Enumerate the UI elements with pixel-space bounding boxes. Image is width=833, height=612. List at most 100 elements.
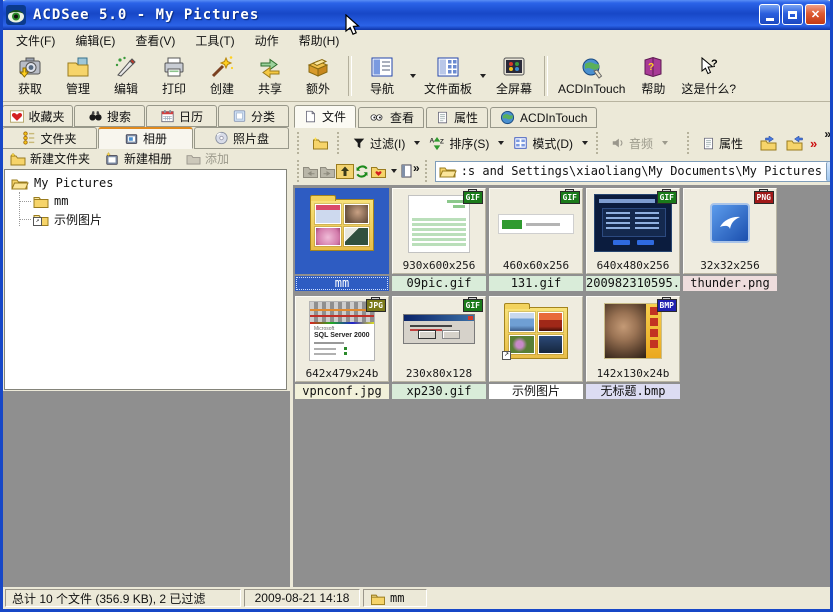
manage-label: 管理	[66, 80, 90, 97]
menu-actions[interactable]: 动作	[245, 30, 289, 51]
new-folder-icon	[10, 152, 26, 166]
file-item-sample-pictures[interactable]: ↗ 示例图片	[489, 296, 583, 399]
new-folder-button[interactable]: 新建文件夹	[10, 150, 90, 167]
sort-dropdown-caret-icon[interactable]	[498, 141, 504, 145]
acquire-button[interactable]: 获取	[6, 52, 54, 100]
menu-help[interactable]: 帮助(H)	[289, 30, 350, 51]
navigation-bar: » :s and Settings\xiaoliang\My Documents…	[294, 158, 831, 184]
share-button[interactable]: 共享	[246, 52, 294, 100]
menu-file[interactable]: 文件(F)	[6, 30, 65, 51]
album-actions-bar: 新建文件夹 新建相册 添加	[2, 149, 290, 168]
nav-overflow-chevron[interactable]: »	[413, 161, 420, 175]
new-folder-small-button[interactable]	[308, 134, 333, 152]
properties-button[interactable]: 属性	[698, 133, 747, 154]
tree-item-mm[interactable]: mm	[5, 192, 286, 210]
toolbar-overflow-chevron[interactable]: »	[824, 127, 831, 141]
menu-view[interactable]: 查看(V)	[125, 30, 185, 51]
file-name: xp230.gif	[392, 384, 486, 399]
toolbar-grip	[425, 160, 427, 182]
tab-acdintouch[interactable]: ACDInTouch	[490, 107, 597, 128]
forward-button[interactable]	[319, 160, 336, 182]
add-button[interactable]: 添加	[186, 150, 229, 167]
toolbar-grip[interactable]	[297, 132, 304, 154]
status-folder-icon	[370, 592, 386, 605]
tab-view[interactable]: 查看	[358, 107, 424, 128]
menu-edit[interactable]: 编辑(E)	[65, 30, 125, 51]
tree-connector	[19, 201, 31, 202]
camera-acquire-icon	[17, 55, 43, 79]
tab-photodiscs-label: 照片盘	[233, 130, 269, 147]
tab-file[interactable]: 文件	[294, 105, 356, 128]
maximize-button[interactable]	[782, 4, 803, 25]
edit-button[interactable]: 编辑	[102, 52, 150, 100]
file-item-thunder[interactable]: PNG 32x32x256 thunder.png	[683, 188, 777, 291]
file-item-09pic[interactable]: GIF 930x600x256 09pic.gif	[392, 188, 486, 291]
svg-text:A: A	[430, 137, 435, 144]
file-item-131[interactable]: GIF 460x60x256 131.gif	[489, 188, 583, 291]
svg-text:Z: Z	[440, 138, 444, 145]
move-to-folder-button[interactable]	[782, 134, 807, 153]
extras-button[interactable]: 额外	[294, 52, 342, 100]
banner-art	[646, 304, 661, 358]
tab-categories[interactable]: 分类	[218, 105, 289, 127]
new-album-button[interactable]: 新建相册	[104, 150, 172, 167]
toolbar-grip[interactable]	[297, 160, 299, 182]
navigation-pane-button[interactable]: 导航	[358, 52, 406, 100]
favorites-button[interactable]	[370, 160, 401, 182]
print-button[interactable]: 打印	[150, 52, 198, 100]
minimize-icon	[766, 18, 774, 21]
tab-calendar[interactable]: 日历	[146, 105, 217, 127]
file-item-2009823[interactable]: GIF 640x480x256 200982310595...	[586, 188, 680, 291]
up-folder-button[interactable]	[336, 160, 354, 182]
tab-photodiscs[interactable]: 照片盘	[194, 127, 289, 149]
thumbnail-vpnconf: Microsoft SQL Server 2000 JPG 642x479x24…	[295, 296, 389, 382]
file-item-vpnconf[interactable]: Microsoft SQL Server 2000 JPG 642x479x24…	[295, 296, 389, 399]
filter-button[interactable]: 过滤(I)	[348, 133, 409, 154]
filter-dropdown-caret-icon[interactable]	[414, 141, 420, 145]
edit-pencil-icon	[113, 55, 139, 79]
tab-albums[interactable]: 相册	[98, 127, 193, 149]
new-album-label: 新建相册	[124, 150, 172, 167]
file-list[interactable]: mm GIF 930x600x256 09pic.gif GIF 460x60x…	[293, 185, 831, 587]
close-button[interactable]: ✕	[805, 4, 826, 25]
image-thumbnail-art	[408, 195, 470, 253]
create-button[interactable]: 创建	[198, 52, 246, 100]
image-dimensions: 640x480x256	[587, 259, 679, 272]
toolbar-grip	[596, 132, 603, 154]
describe-panel-button[interactable]	[401, 160, 413, 182]
audio-button[interactable]: 音频	[607, 133, 657, 154]
filter-label: 过滤(I)	[370, 135, 405, 152]
tab-folders[interactable]: 文件夹	[2, 127, 97, 149]
tree-item-my-pictures[interactable]: My Pictures	[5, 174, 286, 192]
rotate-icon[interactable]: »	[808, 136, 819, 151]
refresh-button[interactable]	[354, 160, 370, 182]
tab-search[interactable]: 搜索	[74, 105, 145, 127]
file-name: 200982310595...	[586, 276, 680, 291]
mode-dropdown-caret-icon[interactable]	[582, 141, 588, 145]
navigation-dropdown-caret-icon[interactable]	[410, 74, 416, 78]
help-button[interactable]: ? 帮助	[629, 52, 677, 100]
address-dropdown-button[interactable]	[826, 162, 833, 181]
mode-button[interactable]: 模式(D)	[509, 133, 577, 154]
file-pane-dropdown-caret-icon[interactable]	[480, 74, 486, 78]
tab-favorites[interactable]: 收藏夹	[2, 105, 73, 127]
copy-to-folder-button[interactable]	[756, 134, 781, 153]
sort-button[interactable]: A Z 排序(S)	[425, 133, 493, 154]
tab-calendar-label: 日历	[179, 108, 203, 125]
file-pane-button[interactable]: 文件面板	[420, 52, 476, 100]
manage-button[interactable]: 管理	[54, 52, 102, 100]
tree-item-sample-pictures[interactable]: ↗ 示例图片	[5, 210, 286, 228]
file-item-mm[interactable]: mm	[295, 188, 389, 291]
menu-tools[interactable]: 工具(T)	[185, 30, 244, 51]
whats-this-button[interactable]: ? 这是什么?	[677, 52, 740, 100]
address-path-text[interactable]: :s and Settings\xiaoliang\My Documents\M…	[461, 164, 822, 178]
photo-preview	[538, 312, 564, 332]
tab-properties[interactable]: 属性	[426, 107, 488, 128]
minimize-button[interactable]	[759, 4, 780, 25]
fullscreen-button[interactable]: 全屏幕	[490, 52, 538, 100]
address-combobox[interactable]: :s and Settings\xiaoliang\My Documents\M…	[435, 161, 833, 182]
acdintouch-button[interactable]: ACDInTouch	[554, 52, 629, 100]
back-button[interactable]	[302, 160, 319, 182]
file-item-xp230[interactable]: GIF 230x80x128 xp230.gif	[392, 296, 486, 399]
file-item-untitled-bmp[interactable]: BMP 142x130x24b 无标题.bmp	[586, 296, 680, 399]
